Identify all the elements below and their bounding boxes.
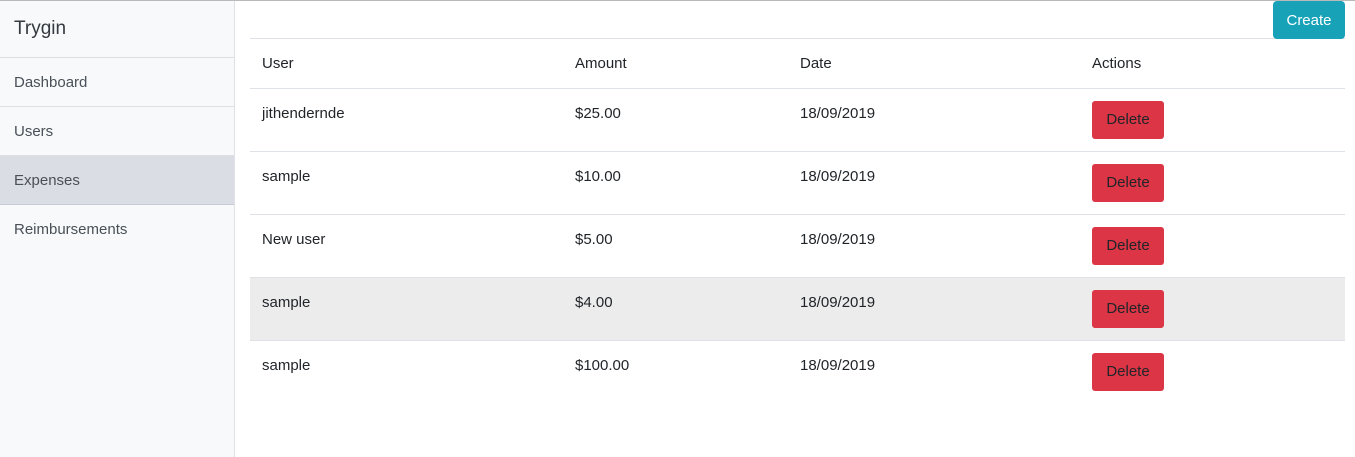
cell-user: sample: [250, 277, 563, 341]
column-header-user: User: [250, 39, 563, 89]
sidebar-item-users[interactable]: Users: [0, 107, 234, 156]
create-button[interactable]: Create: [1273, 1, 1345, 39]
brand-title[interactable]: Trygin: [0, 1, 234, 58]
cell-date: 18/09/2019: [788, 214, 1080, 278]
cell-amount: $100.00: [575, 356, 630, 374]
column-header-actions: Actions: [1080, 39, 1345, 89]
cell-amount: $25.00: [563, 88, 788, 152]
cell-actions: Delete: [1080, 277, 1345, 341]
cell-user: sample: [250, 151, 563, 215]
column-header-amount: Amount: [563, 39, 788, 89]
sidebar: Trygin Dashboard Users Expenses Reimburs…: [0, 1, 235, 457]
cell-date: 18/09/2019: [788, 277, 1080, 341]
delete-button[interactable]: Delete: [1092, 289, 1164, 328]
cell-user: New user: [250, 214, 563, 278]
table-row: sample $10.00 18/09/2019 Delete: [250, 151, 1345, 215]
table-row: sample $100.00 18/09/2019 Delete: [250, 340, 1345, 403]
table-row: jithendernde $25.00 18/09/2019 Delete: [250, 88, 1345, 152]
cell-date: 18/09/2019: [788, 151, 1080, 215]
sidebar-item-dashboard[interactable]: Dashboard: [0, 58, 234, 107]
cell-user: jithendernde: [250, 88, 563, 152]
sidebar-item-reimbursements[interactable]: Reimbursements: [0, 205, 234, 254]
cell-amount: $10.00: [563, 151, 788, 215]
cell-amount: $5.00: [563, 214, 788, 278]
table-row: New user $5.00 18/09/2019 Delete: [250, 214, 1345, 278]
delete-button[interactable]: Delete: [1092, 226, 1164, 265]
app-window: Trygin Dashboard Users Expenses Reimburs…: [0, 0, 1355, 457]
cell-date: 18/09/2019: [800, 356, 876, 374]
delete-button[interactable]: Delete: [1092, 163, 1164, 202]
delete-button[interactable]: Delete: [1092, 352, 1164, 391]
cell-user: sample: [262, 356, 311, 374]
cell-actions: Delete: [1080, 151, 1345, 215]
sidebar-item-expenses[interactable]: Expenses: [0, 156, 234, 205]
toolbar: Create: [250, 1, 1345, 39]
main-content: Create User Amount Date Actions jithende…: [250, 1, 1345, 403]
table-header-row: User Amount Date Actions: [250, 39, 1345, 89]
cell-actions: Delete: [1080, 340, 1345, 403]
cell-amount: $4.00: [563, 277, 788, 341]
cell-actions: Delete: [1080, 214, 1345, 278]
expenses-table: User Amount Date Actions jithendernde $2…: [250, 39, 1345, 403]
cell-date: 18/09/2019: [788, 88, 1080, 152]
table-row: sample $4.00 18/09/2019 Delete: [250, 277, 1345, 341]
cell-actions: Delete: [1080, 88, 1345, 152]
column-header-date: Date: [788, 39, 1080, 89]
delete-button[interactable]: Delete: [1092, 100, 1164, 139]
